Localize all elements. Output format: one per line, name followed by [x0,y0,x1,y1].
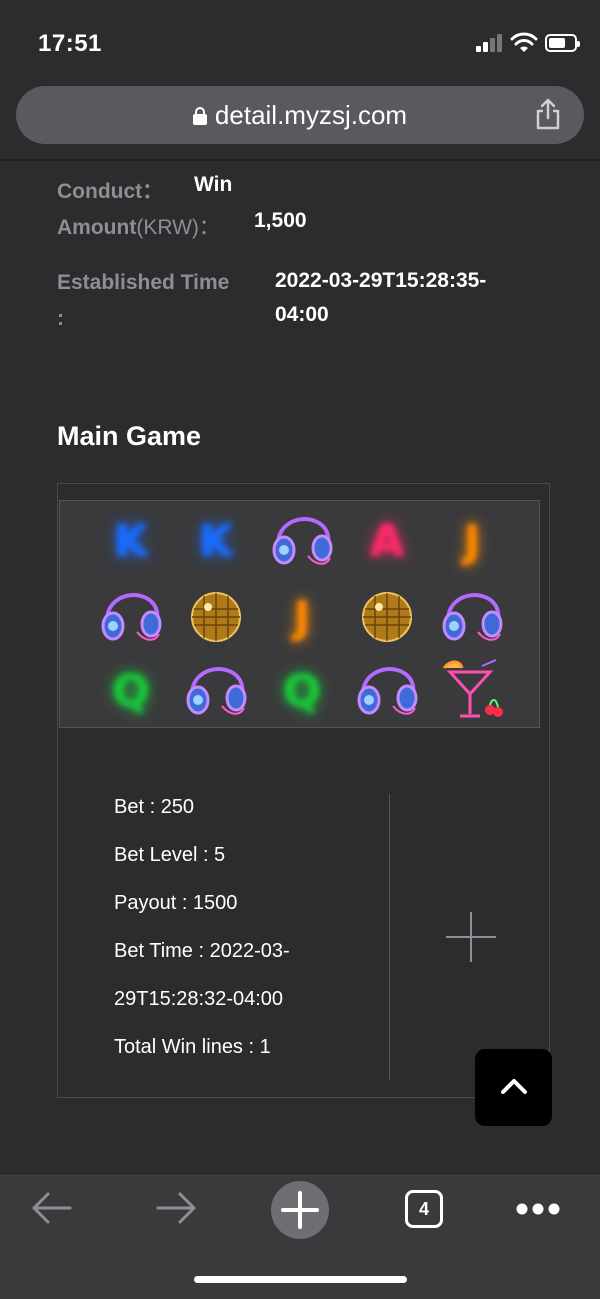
symbol-q-letter: Q [282,664,322,718]
share-icon[interactable] [534,98,562,130]
symbol-q: Q [93,657,169,725]
symbol-q-letter: Q [111,664,151,718]
symbol-a-letter: A [368,514,405,568]
status-bar: 17:51 [0,0,600,80]
tab-switcher-button[interactable]: 4 [405,1190,443,1228]
lock-icon [192,107,207,125]
symbol-j-letter: J [462,514,481,568]
symbol-disco-ball-icon [178,583,254,651]
url-display[interactable]: detail.myzsj.com [16,100,584,131]
symbol-headphones-icon [93,583,169,651]
symbol-j-letter: J [292,590,311,644]
status-time: 17:51 [38,30,102,57]
amount-value: 1,500 [254,209,307,232]
home-indicator[interactable] [194,1276,407,1283]
symbol-cocktail-icon [434,657,510,725]
symbol-j: J [434,507,510,575]
address-bar[interactable]: detail.myzsj.com [16,86,584,144]
symbol-headphones-icon [178,657,254,725]
symbol-k-letter: K [197,514,234,568]
conduct-label: Conduct： [57,180,164,203]
expand-plus-icon[interactable] [446,912,496,962]
symbol-disco-ball-icon [349,583,425,651]
back-arrow-icon[interactable] [30,1190,74,1226]
bet-level-text: Bet Level : 5 [114,844,226,866]
established-time-value-line2: 04:00 [275,303,329,326]
details-divider [389,794,390,1080]
bet-time-text-line1: Bet Time : 2022-03- [114,940,290,962]
battery-icon [545,34,580,52]
bet-text: Bet : 250 [114,796,195,818]
slot-reels: K K A J J Q Q [59,500,540,728]
established-time-colon: : [57,307,64,330]
chevron-up-icon [501,1079,527,1094]
payout-text: Payout : 1500 [114,892,238,914]
symbol-k: K [93,507,169,575]
wifi-icon [510,32,538,52]
forward-arrow-icon[interactable] [154,1190,198,1226]
page-content[interactable]: Conduct： Win Amount(KRW)： 1,500 Establis… [0,161,600,1173]
amount-unit: (KRW)： [136,216,220,239]
established-time-value-line1: 2022-03-29T15:28:35- [275,269,487,292]
scroll-to-top-button[interactable] [475,1049,552,1126]
cellular-signal-icon [476,34,504,52]
conduct-value: Win [194,173,233,196]
symbol-headphones-icon [434,583,510,651]
amount-label-text: Amount [57,216,137,239]
symbol-k: K [178,507,254,575]
symbol-a: A [349,507,425,575]
symbol-q: Q [264,657,340,725]
established-time-label: Established Time [57,271,230,294]
main-game-panel: K K A J J Q Q Bet: 250 Bet Level: 5 Pa… [57,483,550,1098]
symbol-k-letter: K [112,514,149,568]
symbol-headphones-icon [349,657,425,725]
new-tab-plus-icon[interactable] [270,1180,330,1240]
symbol-headphones-icon [264,507,340,575]
url-text: detail.myzsj.com [214,100,408,130]
main-game-title: Main Game [57,421,202,451]
amount-label: Amount(KRW)： [57,211,220,241]
total-win-lines-text: Total Win lines : 1 [114,1036,271,1058]
bet-time-text-line2: 29T15:28:32-04:00 [114,988,284,1010]
symbol-j: J [264,583,340,651]
more-options-icon[interactable] [515,1202,561,1216]
